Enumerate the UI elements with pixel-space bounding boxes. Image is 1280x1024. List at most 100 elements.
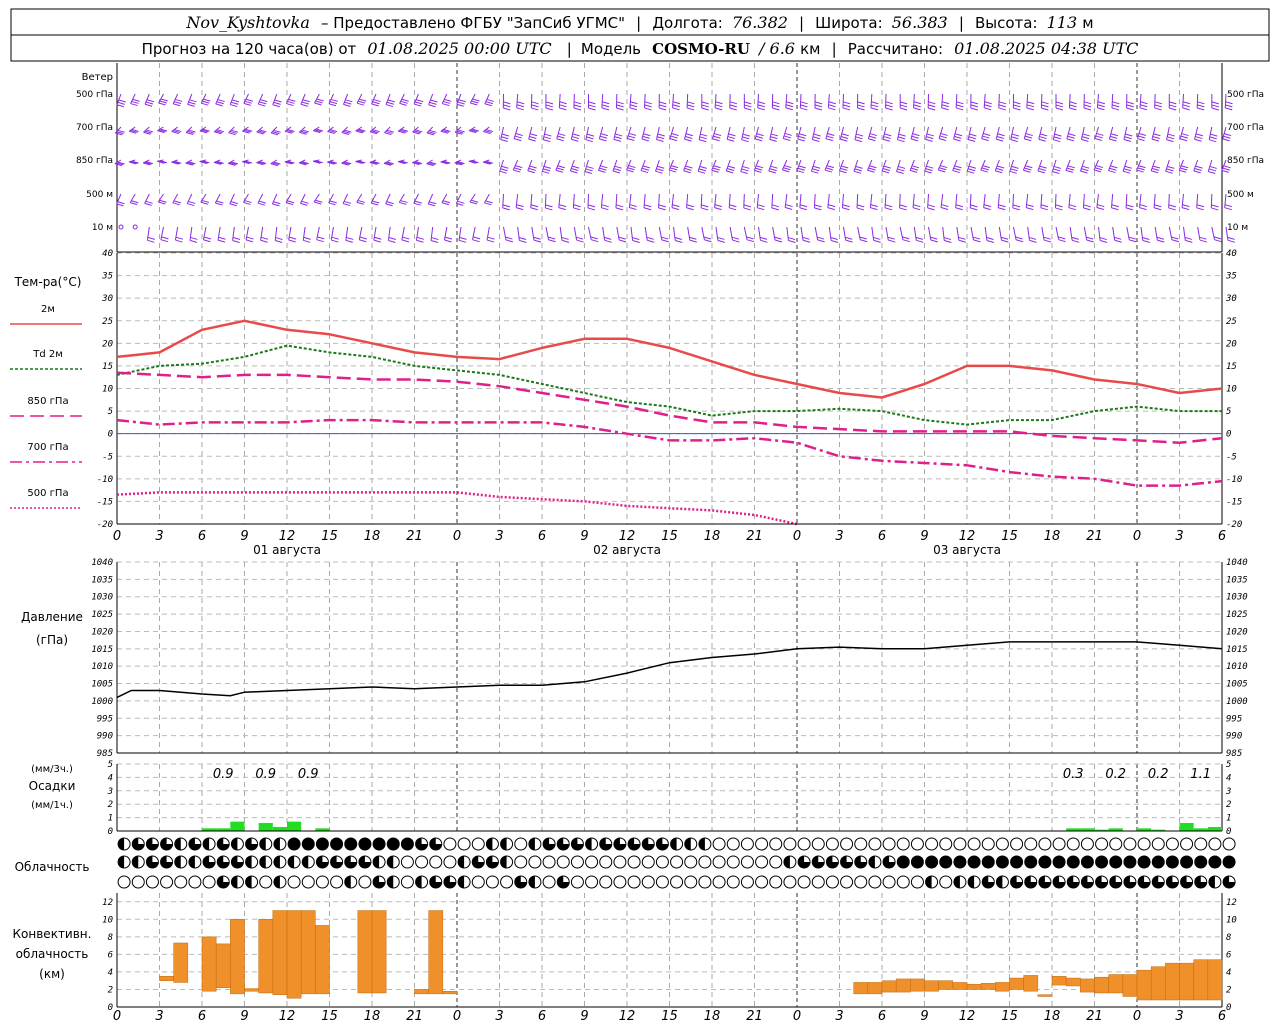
wind-barb-feather xyxy=(842,107,851,111)
wind-barb-feather xyxy=(245,98,254,102)
wind-barb-feather xyxy=(627,167,635,171)
wind-barb-feather xyxy=(516,104,525,108)
cloud-cover-symbol xyxy=(684,875,698,889)
wind-barb-feather xyxy=(952,170,960,174)
y-tick-label-left: -10 xyxy=(97,475,113,485)
cloud-cover-symbol xyxy=(1024,837,1038,851)
wind-barb-feather xyxy=(1099,237,1107,241)
wind-barb-feather xyxy=(998,107,1006,111)
wind-barb-feather xyxy=(885,104,893,108)
wind-barb-feather xyxy=(868,138,876,142)
wind-barb-feather xyxy=(726,170,734,174)
y-tick-label-right: 6 xyxy=(1226,950,1231,960)
wind-barb-feather xyxy=(909,169,918,173)
wind-barb-feather xyxy=(273,201,281,205)
y-tick-label-right: 30 xyxy=(1225,294,1237,304)
wind-barb-feather xyxy=(414,200,422,204)
wind-barb-feather xyxy=(1066,138,1074,142)
wind-barb-feather xyxy=(842,204,850,208)
model-res: / 6.6 xyxy=(757,39,795,58)
wind-barb-feather xyxy=(1227,236,1235,240)
wind-barb-feather xyxy=(359,236,367,240)
wind-barb xyxy=(884,193,887,208)
wind-barb-feather xyxy=(343,103,351,107)
convective-cloud-bar xyxy=(300,910,316,995)
cloud-cover-symbol xyxy=(145,875,159,889)
wind-barb xyxy=(799,93,802,108)
wind-barb-feather xyxy=(814,204,822,208)
wind-barb-feather xyxy=(684,167,692,171)
wind-barb-feather xyxy=(601,104,610,108)
wind-barb-feather xyxy=(782,169,790,173)
wind-barb-feather xyxy=(1223,165,1231,169)
wind-barb-feather xyxy=(1082,165,1090,169)
cloud-cover-symbol xyxy=(1165,837,1179,851)
wind-barb xyxy=(544,193,547,208)
wind-barb-feather xyxy=(618,236,626,240)
wind-barb-feather xyxy=(701,204,709,208)
wind-barb-feather xyxy=(175,236,184,240)
cloud-cover-symbol xyxy=(712,855,726,869)
wind-barb-feather xyxy=(315,100,323,104)
wind-barb-feather xyxy=(302,99,310,103)
wind-barb-feather xyxy=(602,101,610,105)
wind-barb xyxy=(913,93,915,108)
wind-barb-feather xyxy=(656,136,665,140)
wind-barb-feather xyxy=(514,135,523,139)
wind-barb-feather xyxy=(600,165,608,169)
wind-barb xyxy=(942,226,945,241)
wind-barb-feather xyxy=(201,199,210,203)
wind-barb-feather xyxy=(1221,169,1229,173)
x-tick-label: 21 xyxy=(746,1009,763,1024)
wind-barb-feather xyxy=(585,139,593,143)
wind-barb-feather xyxy=(626,169,634,173)
wind-barb-feather xyxy=(771,204,780,208)
y-tick-label-left: 1015 xyxy=(91,645,113,655)
wind-barb-feather xyxy=(1209,139,1217,143)
y-tick-label-right: 1010 xyxy=(1226,662,1248,672)
wind-barb xyxy=(1041,226,1045,241)
cloud-cover-symbol xyxy=(953,837,967,851)
y-tick-label-left: 1040 xyxy=(91,558,113,568)
wind-barb xyxy=(516,93,519,108)
precip-bar xyxy=(1179,822,1194,831)
x-tick-label: 15 xyxy=(321,529,338,544)
cloud-cover-fill xyxy=(259,838,266,850)
wind-barb-feather xyxy=(616,107,624,111)
wind-barb-feather xyxy=(1039,165,1047,169)
y-tick-label-right: 25 xyxy=(1226,317,1237,327)
wind-barb-feather xyxy=(943,237,952,241)
wind-barb-feather xyxy=(573,104,582,108)
wind-barb-feather xyxy=(216,101,224,105)
wind-barb-feather xyxy=(1026,104,1035,108)
wind-barb-feather xyxy=(501,136,509,140)
cloud-cover-fill xyxy=(245,876,252,888)
wind-barb-feather xyxy=(757,204,765,208)
wind-barb-feather xyxy=(1112,104,1120,108)
x-tick-label: 0 xyxy=(793,529,801,544)
y-tick-label-right: 1005 xyxy=(1226,680,1248,690)
wind-barb-feather xyxy=(744,104,752,108)
wind-barb-feather xyxy=(1086,239,1094,243)
wind-barb-feather xyxy=(646,236,654,240)
y-tick-label-right: 8 xyxy=(1226,933,1231,943)
wind-barb-feather xyxy=(613,168,621,172)
wind-barb xyxy=(1110,193,1114,208)
wind-barb xyxy=(515,193,519,208)
cloud-cover-symbol xyxy=(670,875,684,889)
wind-barb-feather xyxy=(529,135,537,139)
wind-barb-feather xyxy=(968,138,976,142)
wind-barb-feather xyxy=(345,239,353,243)
cloud-cover-fill xyxy=(330,838,343,850)
wind-barb-feather xyxy=(189,99,197,103)
wind-barb-feather xyxy=(514,138,522,142)
wind-barb xyxy=(1027,226,1031,241)
cloud-cover-symbol xyxy=(783,837,797,851)
cloud-cover-fill xyxy=(1067,856,1080,868)
wind-barb-feather xyxy=(469,201,478,205)
wind-barb-feather xyxy=(1083,107,1092,111)
y-tick-label-left: 12 xyxy=(102,898,113,908)
x-tick-label: 0 xyxy=(1133,529,1141,544)
wind-barb xyxy=(871,226,875,241)
wind-barb-feather xyxy=(783,137,791,141)
